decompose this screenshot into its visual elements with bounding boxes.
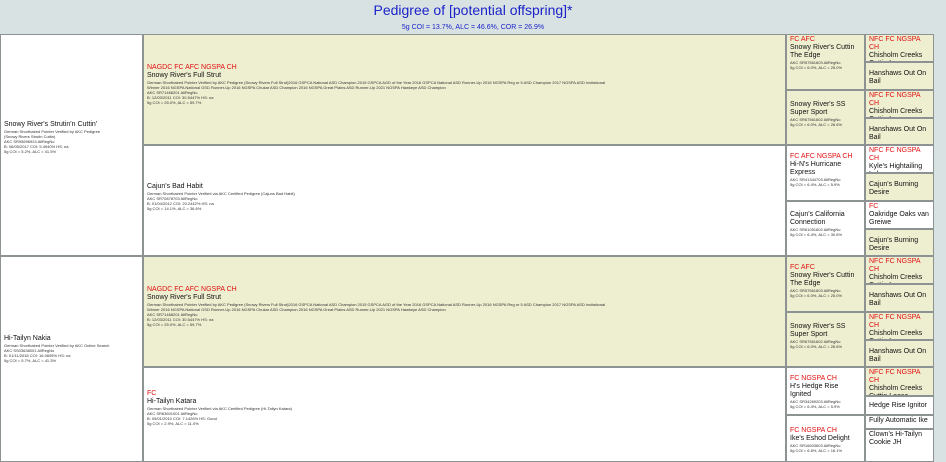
dam-dam-name[interactable]: Hi-Tailyn Katara (147, 398, 782, 406)
sire-sire-cell[interactable]: NAGDC FC AFC NGSPA CH Snowy River's Full… (143, 34, 786, 145)
g4-1-cell[interactable]: NFC FC NGSPA CH Chisholm Creeks Cuttin L… (865, 34, 934, 62)
dam-sire-name[interactable]: Snowy River's Full Strut (147, 294, 782, 302)
dam-dam-sire-title: FC NGSPA CH (790, 375, 837, 382)
dam-cell[interactable]: Hi-Tailyn Nakia German Shorthaired Point… (0, 256, 143, 462)
sire-dam-sire-cell[interactable]: FC AFC NGSPA CH Hi-N's Hurricane Express… (786, 145, 865, 201)
dam-sire-title: NAGDC FC AFC NGSPA CH (147, 286, 237, 293)
g4-8-name[interactable]: Cajun's Burning Desire (869, 237, 930, 253)
dam-dam-dam-name[interactable]: Ike's Eshod Delight (790, 435, 861, 443)
dam-dam-coi: 5g COI = 2.9%, ALC = 11.0% (147, 421, 199, 426)
sire-sire-sire-coi: 5g COI = 6.0%, ALC = 25.0% (790, 65, 843, 70)
sire-dam-dam-coi: 5g COI = 6.4%, ALC = 30.6% (790, 232, 843, 237)
dam-sire-sire-name[interactable]: Snowy River's Cuttin The Edge (790, 272, 861, 288)
sire-sire-title: NAGDC FC AFC NGSPA CH (147, 64, 237, 71)
g4-7-name[interactable]: Oakridge Oaks van Greiwe (869, 211, 930, 227)
dam-dam-dam-title: FC NGSPA CH (790, 427, 837, 434)
dam-sire-sire-title: FC AFC (790, 264, 815, 271)
dam-dam-dam-coi: 5g COI = 6.6%, ALC = 16.1% (790, 448, 843, 453)
g4-1-title: NFC FC NGSPA CH (869, 36, 921, 51)
sire-dam-sire-coi: 5g COI = 6.4%, ALC = 5.9% (790, 182, 840, 187)
dam-dam-cell[interactable]: FC Hi-Tailyn Katara German Shorthaired P… (143, 367, 786, 462)
dam-coi: 5g COI = 5.7%, ALC = 41.3% (4, 358, 57, 363)
g4-9-cell[interactable]: NFC FC NGSPA CH Chisholm Creeks Cuttin L… (865, 256, 934, 284)
g4-8-cell[interactable]: Cajun's Burning Desire (865, 229, 934, 256)
sire-sire-dam-coi: 5g COI = 6.0%, ALC = 26.6% (790, 122, 843, 127)
sire-dam-dam-name[interactable]: Cajun's California Connection (790, 211, 861, 227)
g4-2-name[interactable]: Hanshaws Out On Bail (869, 70, 930, 86)
g4-3-cell[interactable]: NFC FC NGSPA CH Chisholm Creeks Cuttin L… (865, 90, 934, 118)
dam-sire-sire-coi: 5g COI = 6.0%, ALC = 25.0% (790, 293, 843, 298)
dam-dam-title: FC (147, 390, 157, 397)
sire-name[interactable]: Snowy River's Strutin'n Cuttin' (4, 121, 139, 129)
sire-dam-coi: 5g COI = 14.1%, ALC = 36.6% (147, 206, 202, 211)
g4-5-name[interactable]: Kyle's Hightailing Luke (869, 163, 930, 172)
g4-14-cell[interactable]: Hedge Rise Ignitor (865, 396, 934, 415)
g4-10-cell[interactable]: Hanshaws Out On Bail (865, 284, 934, 312)
g4-11-name[interactable]: Chisholm Creeks Cuttin Loose (869, 330, 930, 339)
g4-11-title: NFC FC NGSPA CH (869, 314, 921, 329)
g4-10-name[interactable]: Hanshaws Out On Bail (869, 292, 930, 308)
dam-dam-sire-cell[interactable]: FC NGSPA CH H's Hedge Rise Ignited AKC S… (786, 367, 865, 415)
dam-sire-dam-cell[interactable]: Snowy River's SS Super Sport AKC SR67561… (786, 312, 865, 367)
g4-13-title: NFC FC NGSPA CH (869, 369, 921, 384)
g4-14-name[interactable]: Hedge Rise Ignitor (869, 402, 930, 410)
sire-dam-name[interactable]: Cajun's Bad Habit (147, 183, 782, 191)
g4-16-name[interactable]: Clown's Hi-Tailyn Cookie JH (869, 431, 930, 447)
g4-9-name[interactable]: Chisholm Creeks Cuttin Loose (869, 274, 930, 283)
sire-dam-dam-cell[interactable]: Cajun's California Connection AKC SR6105… (786, 201, 865, 256)
g4-5-title: NFC FC NGSPA CH (869, 147, 921, 162)
sire-sire-dam-cell[interactable]: Snowy River's SS Super Sport AKC SR67561… (786, 90, 865, 145)
g4-4-cell[interactable]: Hanshaws Out On Bail (865, 118, 934, 145)
g4-2-cell[interactable]: Hanshaws Out On Bail (865, 62, 934, 90)
sire-sire-dam-name[interactable]: Snowy River's SS Super Sport (790, 101, 861, 117)
g4-12-name[interactable]: Hanshaws Out On Bail (869, 348, 930, 364)
g4-5-cell[interactable]: NFC FC NGSPA CH Kyle's Hightailing Luke (865, 145, 934, 173)
g4-7-title: FC (869, 203, 879, 210)
sire-sire-name[interactable]: Snowy River's Full Strut (147, 72, 782, 80)
sire-sire-sire-cell[interactable]: FC AFC Snowy River's Cuttin The Edge AKC… (786, 34, 865, 90)
sire-coi: 5g COI = 5.2%, ALC = 41.5% (4, 149, 57, 154)
g4-15-cell[interactable]: Fully Automatic Ike (865, 415, 934, 429)
g4-7-cell[interactable]: FC Oakridge Oaks van Greiwe (865, 201, 934, 229)
dam-sire-dam-coi: 5g COI = 6.0%, ALC = 26.6% (790, 344, 843, 349)
dam-sire-sire-cell[interactable]: FC AFC Snowy River's Cuttin The Edge AKC… (786, 256, 865, 312)
g4-3-title: NFC FC NGSPA CH (869, 92, 921, 107)
g4-15-name[interactable]: Fully Automatic Ike (869, 417, 930, 425)
g4-6-name[interactable]: Cajun's Burning Desire (869, 181, 930, 197)
sire-dam-sire-name[interactable]: Hi-N's Hurricane Express (790, 161, 861, 177)
dam-dam-dam-cell[interactable]: FC NGSPA CH Ike's Eshod Delight AKC SR16… (786, 415, 865, 462)
sire-dam-sire-title: FC AFC NGSPA CH (790, 153, 853, 160)
dam-dam-sire-coi: 5g COI = 6.4%, ALC = 5.9% (790, 404, 840, 409)
g4-13-cell[interactable]: NFC FC NGSPA CH Chisholm Creeks Cuttin L… (865, 367, 934, 396)
sire-dam-cell[interactable]: Cajun's Bad Habit German Shorthaired Poi… (143, 145, 786, 256)
g4-4-name[interactable]: Hanshaws Out On Bail (869, 126, 930, 142)
g4-9-title: NFC FC NGSPA CH (869, 258, 921, 273)
page-title: Pedigree of [potential offspring]* (373, 2, 573, 18)
dam-sire-dam-name[interactable]: Snowy River's SS Super Sport (790, 323, 861, 339)
sire-sire-coi: 5g COI = 25.0%, ALC = 59.7% (147, 100, 202, 105)
dam-name[interactable]: Hi-Tailyn Nakia (4, 335, 139, 343)
g4-6-cell[interactable]: Cajun's Burning Desire (865, 173, 934, 201)
g4-16-cell[interactable]: Clown's Hi-Tailyn Cookie JH (865, 429, 934, 462)
sire-sire-sire-title: FC AFC (790, 36, 815, 43)
dam-sire-cell[interactable]: NAGDC FC AFC NGSPA CH Snowy River's Full… (143, 256, 786, 367)
g4-13-name[interactable]: Chisholm Creeks Cuttin Loose (869, 385, 930, 395)
g4-12-cell[interactable]: Hanshaws Out On Bail (865, 340, 934, 367)
g4-1-name[interactable]: Chisholm Creeks Cuttin Loose (869, 52, 930, 61)
pedigree-stats: 5g COI = 13.7%, ALC = 46.6%, COR = 26.9% (401, 24, 545, 31)
g4-3-name[interactable]: Chisholm Creeks Cuttin Loose (869, 108, 930, 117)
dam-sire-coi: 5g COI = 25.0%, ALC = 59.7% (147, 322, 202, 327)
dam-dam-sire-name[interactable]: H's Hedge Rise Ignited (790, 383, 861, 399)
g4-11-cell[interactable]: NFC FC NGSPA CH Chisholm Creeks Cuttin L… (865, 312, 934, 340)
sire-cell[interactable]: Snowy River's Strutin'n Cuttin' German S… (0, 34, 143, 256)
sire-sire-sire-name[interactable]: Snowy River's Cuttin The Edge (790, 44, 861, 60)
